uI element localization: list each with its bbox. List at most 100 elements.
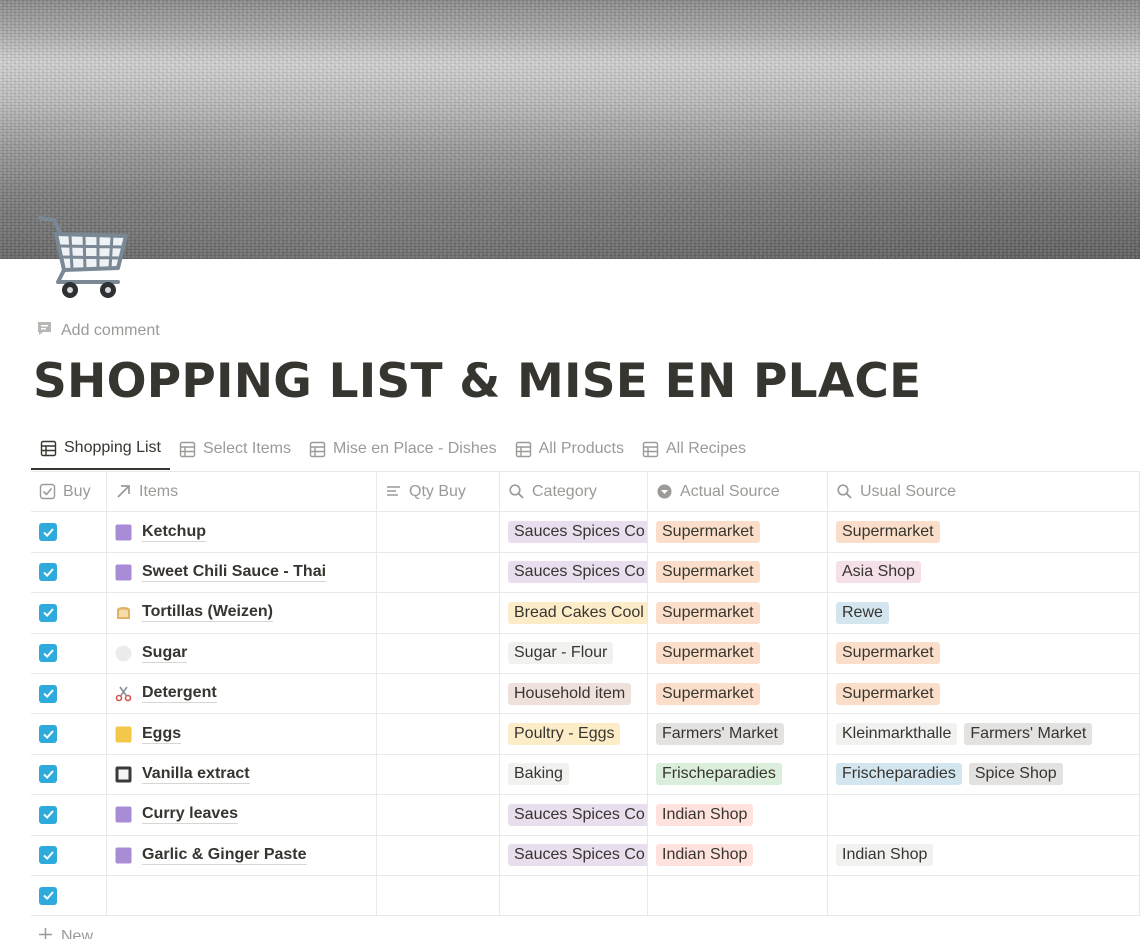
category-cell[interactable]: Sauces Spices Co [500, 795, 648, 835]
usual-source-cell[interactable] [828, 795, 1140, 835]
table-row[interactable] [31, 875, 1140, 917]
item-link[interactable]: Detergent [142, 684, 217, 704]
item-link[interactable]: Sweet Chili Sauce - Thai [142, 563, 327, 582]
category-cell[interactable] [500, 875, 648, 916]
qty-buy-cell[interactable] [377, 875, 500, 916]
usual-source-cell[interactable]: Frischeparadies Spice Shop [828, 754, 1140, 795]
item-link[interactable]: Ketchup [142, 523, 206, 542]
usual-source-tag[interactable]: Indian Shop [836, 844, 934, 867]
actual-source-tag[interactable]: Supermarket [656, 682, 760, 705]
qty-buy-cell[interactable] [377, 835, 500, 875]
actual-source-tag[interactable]: Farmers' Market [656, 723, 784, 746]
tab-select-items[interactable]: Select Items [170, 428, 300, 470]
column-header-items[interactable]: Items [107, 472, 377, 512]
category-tag[interactable]: Sauces Spices Co [508, 803, 647, 826]
tab-all-recipes[interactable]: All Recipes [633, 428, 755, 470]
column-header-category[interactable]: Category [500, 472, 648, 512]
actual-source-tag[interactable]: Frischeparadies [656, 763, 782, 786]
column-header-actual-source[interactable]: Actual Source [648, 472, 828, 512]
usual-source-tag[interactable]: Supermarket [836, 682, 940, 705]
category-tag[interactable]: Baking [508, 763, 569, 786]
usual-source-tag[interactable]: Frischeparadies [836, 763, 962, 786]
actual-source-cell[interactable]: Supermarket [648, 673, 828, 714]
usual-source-tag[interactable]: Asia Shop [836, 561, 921, 584]
qty-buy-cell[interactable] [377, 795, 500, 835]
usual-source-tag[interactable]: Supermarket [836, 521, 940, 544]
table-row[interactable]: Tortillas (Weizen) Bread Cakes Cool Superm… [31, 593, 1140, 634]
tab-shopping-list[interactable]: Shopping List [31, 428, 170, 470]
usual-source-cell[interactable]: Asia Shop [828, 552, 1140, 593]
usual-source-tag[interactable]: Farmers' Market [964, 723, 1093, 746]
category-tag[interactable]: Sauces Spices Co [508, 844, 647, 867]
buy-checkbox[interactable] [39, 765, 57, 784]
table-row[interactable]: Vanilla extract Baking Frischeparadies Fris… [31, 754, 1140, 796]
usual-source-cell[interactable]: Indian Shop [828, 835, 1140, 875]
buy-checkbox[interactable] [39, 886, 57, 905]
buy-checkbox[interactable] [39, 563, 57, 582]
item-link[interactable]: Garlic & Ginger Paste [142, 846, 307, 865]
actual-source-cell[interactable]: Indian Shop [648, 795, 828, 835]
category-cell[interactable]: Household item [500, 673, 648, 714]
qty-buy-cell[interactable] [377, 673, 500, 714]
actual-source-tag[interactable]: Supermarket [656, 521, 760, 544]
buy-checkbox[interactable] [39, 523, 57, 542]
actual-source-cell[interactable]: Supermarket [648, 512, 828, 552]
usual-source-cell[interactable]: Kleinmarkthalle Farmers' Market [828, 714, 1140, 754]
item-link[interactable]: Vanilla extract [142, 765, 250, 784]
actual-source-tag[interactable]: Indian Shop [656, 844, 754, 867]
page-title[interactable]: SHOPPING LIST & MISE EN PLACE [33, 352, 921, 412]
buy-checkbox[interactable] [39, 644, 57, 663]
item-link[interactable]: Curry leaves [142, 805, 239, 825]
usual-source-cell[interactable] [828, 875, 1140, 916]
column-header-qty-buy[interactable]: Qty Buy [377, 472, 500, 512]
category-cell[interactable]: Bread Cakes Cool [500, 593, 648, 633]
actual-source-cell[interactable]: Supermarket [648, 593, 828, 633]
category-cell[interactable]: Poultry - Eggs [500, 714, 648, 754]
item-link[interactable]: Tortillas (Weizen) [142, 603, 273, 623]
add-comment-button[interactable]: Add comment [36, 321, 160, 341]
qty-buy-cell[interactable] [377, 593, 500, 633]
tab-all-products[interactable]: All Products [506, 428, 633, 470]
category-tag[interactable]: Sauces Spices Co [508, 561, 647, 584]
category-cell[interactable]: Sauces Spices Co [500, 835, 648, 875]
table-row[interactable]: Sweet Chili Sauce - Thai Sauces Spices Co… [31, 552, 1140, 594]
category-tag[interactable]: Bread Cakes Cool [508, 601, 647, 624]
usual-source-cell[interactable]: Supermarket [828, 673, 1140, 714]
usual-source-tag[interactable]: Supermarket [836, 642, 940, 665]
table-row[interactable]: Ketchup Sauces Spices Co Supermarket Superm… [31, 512, 1140, 553]
actual-source-tag[interactable]: Indian Shop [656, 803, 754, 826]
new-row-button[interactable]: New [38, 927, 93, 939]
table-row[interactable]: Garlic & Ginger Paste Sauces Spices Co Ind… [31, 835, 1140, 876]
qty-buy-cell[interactable] [377, 512, 500, 552]
category-cell[interactable]: Sauces Spices Co [500, 512, 648, 552]
usual-source-tag[interactable]: Spice Shop [968, 763, 1063, 786]
qty-buy-cell[interactable] [377, 754, 500, 795]
category-tag[interactable]: Sugar - Flour [508, 642, 614, 665]
buy-checkbox[interactable] [39, 603, 57, 622]
actual-source-cell[interactable]: Frischeparadies [648, 754, 828, 795]
column-header-buy[interactable]: Buy [31, 472, 107, 512]
actual-source-cell[interactable]: Farmers' Market [648, 714, 828, 754]
actual-source-cell[interactable]: Supermarket [648, 552, 828, 593]
actual-source-tag[interactable]: Supermarket [656, 601, 760, 624]
table-row[interactable]: Sugar Sugar - Flour Supermarket Supermarket [31, 633, 1140, 674]
buy-checkbox[interactable] [39, 805, 57, 824]
actual-source-tag[interactable]: Supermarket [656, 642, 760, 665]
table-row[interactable]: Curry leaves Sauces Spices Co Indian Shop [31, 795, 1140, 836]
category-cell[interactable]: Sugar - Flour [500, 633, 648, 673]
qty-buy-cell[interactable] [377, 714, 500, 754]
item-link[interactable]: Eggs [142, 725, 182, 744]
category-cell[interactable]: Baking [500, 754, 648, 795]
category-tag[interactable]: Poultry - Eggs [508, 723, 621, 746]
actual-source-cell[interactable]: Supermarket [648, 633, 828, 673]
tab-mise-en-place-dishes[interactable]: Mise en Place - Dishes [300, 428, 506, 470]
usual-source-cell[interactable]: Supermarket [828, 512, 1140, 552]
category-tag[interactable]: Household item [508, 682, 632, 705]
category-cell[interactable]: Sauces Spices Co [500, 552, 648, 593]
shopping-cart-icon[interactable] [34, 210, 130, 306]
qty-buy-cell[interactable] [377, 633, 500, 673]
usual-source-tag[interactable]: Kleinmarkthalle [836, 723, 958, 746]
category-tag[interactable]: Sauces Spices Co [508, 521, 647, 544]
usual-source-cell[interactable]: Supermarket [828, 633, 1140, 673]
table-row[interactable]: Detergent Household item Supermarket Superm… [31, 673, 1140, 715]
